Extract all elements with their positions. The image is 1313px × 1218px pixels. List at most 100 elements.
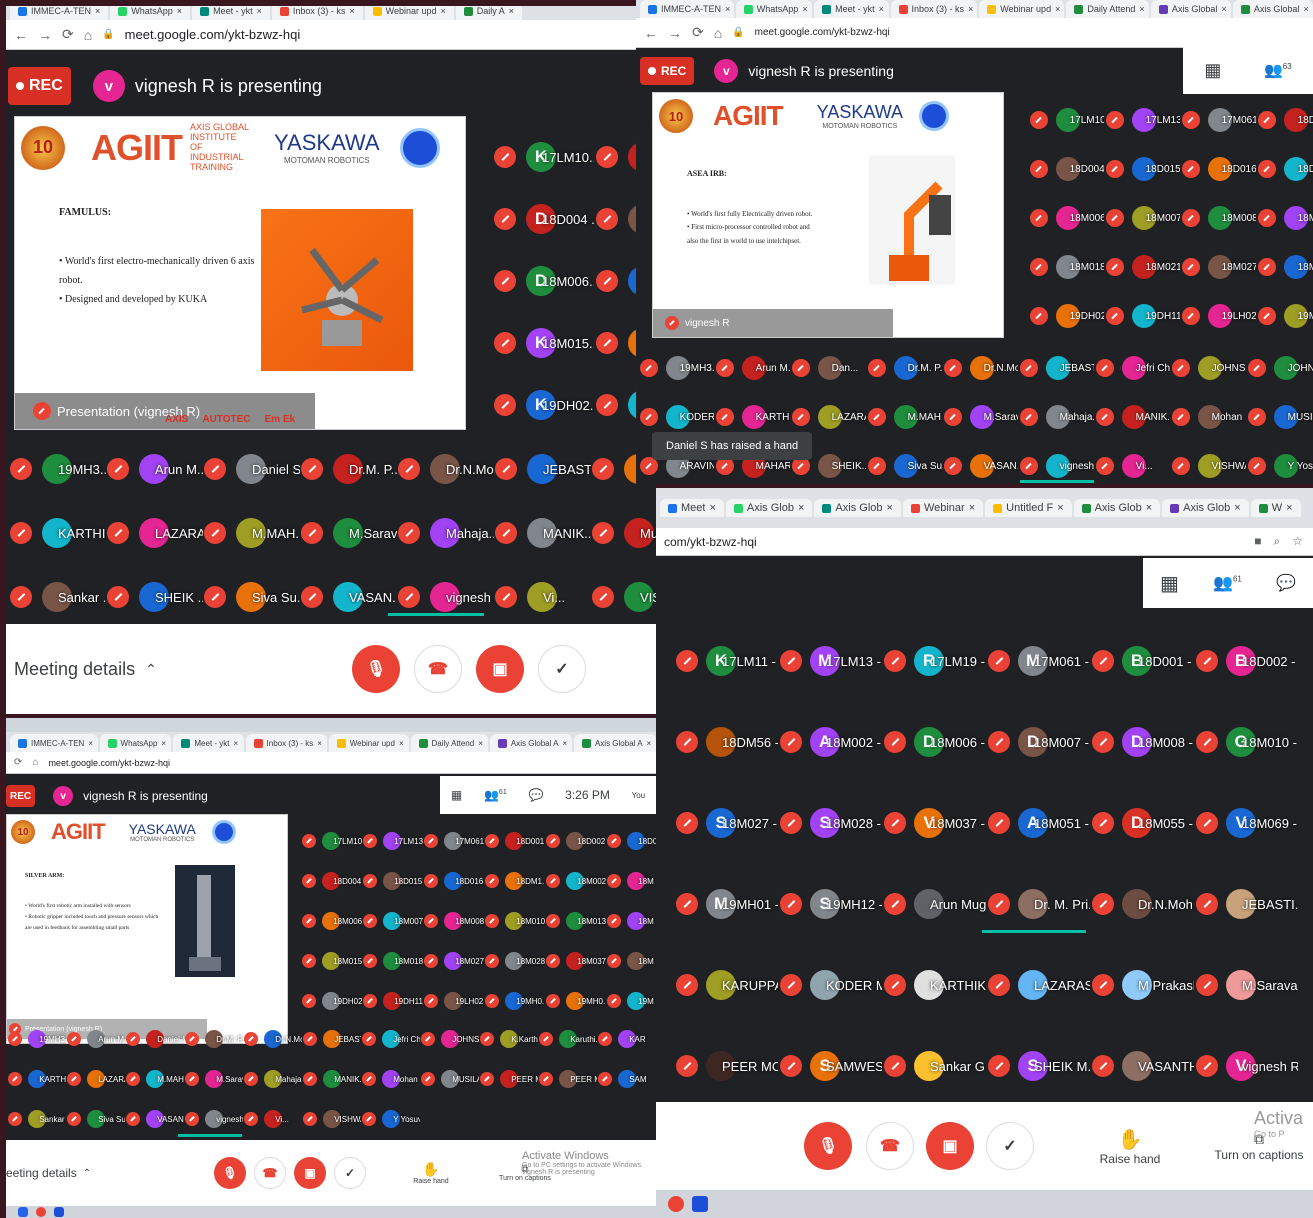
- participant-tile[interactable]: 19DH02...: [302, 992, 362, 1010]
- participant-tile[interactable]: VISHW: [592, 582, 656, 612]
- participant-tile[interactable]: 19MH3...: [10, 454, 106, 484]
- participant-tile[interactable]: Vi...: [244, 1110, 302, 1128]
- participant-tile[interactable]: M.MAH...: [204, 518, 300, 548]
- tab-close-icon[interactable]: ×: [969, 502, 975, 514]
- forward-icon[interactable]: →: [38, 27, 52, 43]
- checkmark-button[interactable]: ✓: [334, 1157, 366, 1189]
- browser-tab[interactable]: Meet - ykt ×: [173, 734, 244, 752]
- participant-tile[interactable]: 18M018...: [363, 952, 423, 970]
- tab-close-icon[interactable]: ×: [647, 739, 652, 748]
- reload-icon[interactable]: ⟳: [692, 24, 704, 41]
- browser-tab[interactable]: WhatsApp ×: [735, 0, 813, 18]
- chevron-up-icon[interactable]: ⌃: [145, 661, 157, 678]
- participant-tile[interactable]: KARUPPA...: [676, 970, 778, 1000]
- participant-tile[interactable]: 19MH3...: [8, 1030, 66, 1048]
- participant-tile[interactable]: JOHNS: [1248, 356, 1313, 380]
- browser-tab[interactable]: Axis Global A ×: [573, 734, 656, 752]
- participant-tile[interactable]: Dr.M. P...: [868, 356, 942, 380]
- participant-tile[interactable]: Siva Su...: [204, 582, 300, 612]
- people-icon[interactable]: 👥61: [484, 788, 507, 802]
- participant-tile[interactable]: 18M: [607, 952, 656, 970]
- participant-tile[interactable]: K.Karth...: [480, 1030, 538, 1048]
- participant-tile[interactable]: 17LM13...: [1106, 108, 1180, 132]
- participant-tile[interactable]: Jefri Ch...: [362, 1030, 420, 1048]
- participant-tile[interactable]: SSAMWES...: [780, 1051, 882, 1081]
- browser-tab[interactable]: Meet - ykt ×: [814, 0, 889, 18]
- participant-tile[interactable]: M Prakash: [1092, 970, 1194, 1000]
- participant-tile[interactable]: 18M015...: [302, 952, 362, 970]
- chat-icon[interactable]: 💬: [528, 788, 543, 802]
- tab-close-icon[interactable]: ×: [709, 502, 715, 514]
- checkmark-button[interactable]: ✓: [986, 1122, 1034, 1170]
- browser-tab[interactable]: Axis Glob ×: [814, 499, 901, 517]
- participant-tile[interactable]: KAR: [598, 1030, 656, 1048]
- participant-tile[interactable]: 18D016 ...: [424, 872, 484, 890]
- grid-layout-icon[interactable]: ▦: [1204, 60, 1221, 81]
- participant-tile[interactable]: 18M006...: [1030, 206, 1104, 230]
- participant-tile[interactable]: VASANTH...: [1092, 1051, 1194, 1081]
- participant-tile[interactable]: Mahaja...: [1020, 405, 1094, 429]
- participant-tile[interactable]: Dr.N.Mo...: [398, 454, 494, 484]
- tab-close-icon[interactable]: ×: [798, 502, 804, 514]
- participant-tile[interactable]: B18D001 - ...: [1092, 646, 1194, 676]
- participant-tile[interactable]: Mahaja...: [244, 1070, 302, 1088]
- browser-tab[interactable]: IMMEC-A-TEN ×: [10, 734, 98, 752]
- participant-tile[interactable]: 19MH0...: [546, 992, 606, 1010]
- participant-tile[interactable]: SSHEIK M...: [988, 1051, 1090, 1081]
- participant-tile[interactable]: 19DH11...: [363, 992, 423, 1010]
- participant-tile[interactable]: Arun Mug...: [884, 889, 986, 919]
- participant-tile[interactable]: JEBAST...: [303, 1030, 361, 1048]
- participant-tile[interactable]: M.Sarava...: [1196, 970, 1298, 1000]
- tab-close-icon[interactable]: ×: [95, 6, 100, 16]
- tab-close-icon[interactable]: ×: [509, 6, 514, 16]
- browser-tab[interactable]: IMMEC-A-TEN ×: [640, 0, 734, 18]
- home-icon[interactable]: ⌂: [714, 25, 722, 41]
- participant-tile[interactable]: R17LM19 - ...: [884, 646, 986, 676]
- participant-tile[interactable]: Arun M...: [67, 1030, 125, 1048]
- participant-tile[interactable]: M.Sarav...: [185, 1070, 243, 1088]
- tab-close-icon[interactable]: ×: [1234, 502, 1240, 514]
- participant-tile[interactable]: M.Sarav...: [944, 405, 1018, 429]
- participant-tile[interactable]: LAZARAS J: [988, 970, 1090, 1000]
- tab-close-icon[interactable]: ×: [1055, 4, 1060, 14]
- participant-tile[interactable]: 18M01: [1258, 206, 1313, 230]
- participant-tile[interactable]: V18M069 - ...: [1196, 808, 1298, 838]
- participant-tile[interactable]: 18D002 ...: [546, 832, 606, 850]
- people-icon[interactable]: 👥61: [1213, 573, 1242, 593]
- participant-tile[interactable]: 17LM10...: [302, 832, 362, 850]
- participant-tile[interactable]: Arun M...: [107, 454, 203, 484]
- participant-tile[interactable]: 19MH: [1258, 304, 1313, 328]
- people-icon[interactable]: 👥63: [1264, 61, 1292, 79]
- participant-tile[interactable]: 18M02: [1258, 255, 1313, 279]
- participant-tile[interactable]: KARTHIK: [716, 405, 790, 429]
- participant-tile[interactable]: 19M: [607, 992, 656, 1010]
- participant-tile[interactable]: 18M: [607, 912, 656, 930]
- browser-tab[interactable]: Webinar ×: [902, 499, 984, 517]
- participant-tile[interactable]: PEER M...: [539, 1070, 597, 1088]
- participant-tile[interactable]: vignesh R: [1020, 454, 1094, 478]
- participant-tile[interactable]: 18D00: [1258, 108, 1313, 132]
- reload-icon[interactable]: ⟳: [14, 757, 22, 768]
- browser-tab[interactable]: Axis Global ×: [1232, 0, 1313, 18]
- back-icon[interactable]: ←: [644, 25, 658, 41]
- address-bar[interactable]: ⟳ ⌂ meet.google.com/ykt-bzwz-hqi: [6, 752, 656, 774]
- checkmark-button[interactable]: ✓: [538, 645, 586, 693]
- participant-tile[interactable]: JOHNS...: [421, 1030, 479, 1048]
- participant-tile[interactable]: Dr.N.Moh...: [1092, 889, 1194, 919]
- participant-tile[interactable]: Mohan ...: [362, 1070, 420, 1088]
- participant-tile[interactable]: Dr.M. P...: [301, 454, 397, 484]
- browser-tab[interactable]: Webinar upd ×: [364, 6, 454, 20]
- participant-tile[interactable]: V18M037 - ...: [884, 808, 986, 838]
- browser-tab[interactable]: Inbox (3) - ks ×: [271, 6, 363, 20]
- browser-tab[interactable]: WhatsApp ×: [110, 6, 191, 20]
- participant-tile[interactable]: M.MAH...: [126, 1070, 184, 1088]
- back-icon[interactable]: ←: [14, 27, 28, 43]
- participant-tile[interactable]: VASAN...: [126, 1110, 184, 1128]
- participant-tile[interactable]: JEBASTI...: [1196, 889, 1298, 919]
- participant-tile[interactable]: MANIK...: [495, 518, 591, 548]
- participant-tile[interactable]: 18M021...: [1106, 255, 1180, 279]
- browser-tab[interactable]: Meet - ykt ×: [192, 6, 270, 20]
- participant-tile[interactable]: B18D002 - ...: [1196, 646, 1298, 676]
- participant-tile[interactable]: 18M002...: [546, 872, 606, 890]
- participant-tile[interactable]: 18D0: [607, 832, 656, 850]
